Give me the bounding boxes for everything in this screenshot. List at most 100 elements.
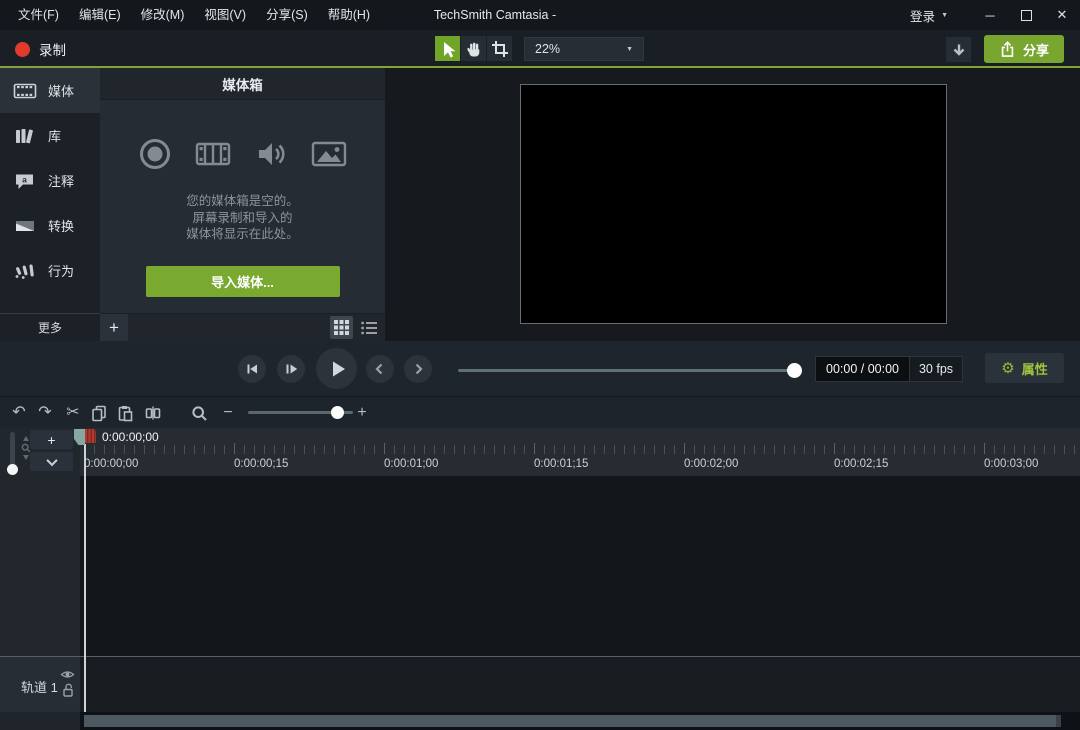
menu-share[interactable]: 分享(S) [256,0,318,30]
menu-view[interactable]: 视图(V) [194,0,256,30]
eye-icon [60,669,75,680]
menu-file[interactable]: 文件(F) [8,0,69,30]
play-icon [325,357,349,381]
seek-slider[interactable] [458,369,800,372]
paste-button[interactable] [112,400,138,426]
menu-edit[interactable]: 编辑(E) [69,0,131,30]
grid-view-button[interactable] [330,316,353,339]
timeline-empty-area[interactable] [80,476,1080,656]
playhead-out-handle[interactable] [85,429,96,443]
cursor-tool-button[interactable] [435,36,460,61]
callout-icon: a [13,171,37,191]
sidebar-item-label: 行为 [48,261,74,280]
ruler-tick [904,445,905,454]
playhead-line[interactable] [84,444,86,712]
login-button[interactable]: 登录 ▼ [898,6,960,25]
ruler-tick [194,445,195,454]
sidebar-item-library[interactable]: 库 [0,113,100,158]
next-clip-button[interactable] [404,355,432,383]
undo-button[interactable]: ↶ [6,400,32,426]
ruler-tick [954,445,955,454]
ruler-tick [634,445,635,454]
gear-icon: ⚙ [1001,361,1014,376]
sidebar: 媒体 库 a 注释 转换 行为 更多 [0,68,100,341]
timeline: + 0:00:00;00 0:00:00;15 0:00:01;00 0:00:… [0,428,1080,730]
ruler-tick [834,443,835,454]
playback-bar: 00:00 / 00:00 30 fps ⚙ 属性 [0,341,1080,396]
record-label: 录制 [39,39,66,59]
previous-clip-button[interactable] [366,355,394,383]
cut-button[interactable]: ✂ [60,400,86,426]
seek-slider-handle[interactable] [787,363,802,378]
canvas-zoom-dropdown[interactable]: 22% ▼ [524,37,644,61]
sidebar-item-transitions[interactable]: 转换 [0,203,100,248]
crop-icon [491,40,509,58]
track-height-slider-handle[interactable] [7,464,18,475]
ruler-tick [144,445,145,454]
add-media-button[interactable]: + [100,314,128,342]
track-lane[interactable] [80,657,1080,712]
canvas-area[interactable] [385,68,1080,341]
sidebar-item-media[interactable]: 媒体 [0,68,100,113]
crop-tool-button[interactable] [487,36,512,61]
pan-tool-button[interactable] [461,36,486,61]
horizontal-scrollbar[interactable] [84,715,1061,727]
ruler-tick [774,445,775,454]
media-bin-empty-state: 您的媒体箱是空的。 屏幕录制和导入的 媒体将显示在此处。 导入媒体... [100,100,385,313]
timeline-zoom-in-button[interactable]: + [352,400,372,426]
redo-button[interactable]: ↷ [32,400,58,426]
arrow-down-icon [951,42,967,58]
record-circle-icon [137,136,173,172]
canvas-tools [435,36,512,61]
menu-modify[interactable]: 修改(M) [131,0,195,30]
hand-icon [465,40,483,58]
close-button[interactable]: ✕ [1044,0,1080,30]
timeline-zoom-handle[interactable] [331,406,344,419]
share-label: 分享 [1023,40,1049,59]
ruler-tick [274,445,275,454]
timeline-zoom-button[interactable] [186,400,212,426]
ruler-tick [714,445,715,454]
step-backward-button[interactable] [238,355,266,383]
sidebar-item-label: 媒体 [48,81,74,100]
ruler-tick [214,445,215,454]
add-track-button[interactable]: + [30,430,73,449]
list-view-button[interactable] [357,316,380,339]
copy-button[interactable] [86,400,112,426]
share-button[interactable]: 分享 [984,35,1064,63]
chevron-down-icon [46,454,57,465]
properties-button[interactable]: ⚙ 属性 [985,353,1064,383]
ruler-tick [314,445,315,454]
timeline-ruler[interactable]: 0:00:00;00 0:00:00;15 0:00:01;00 0:00:01… [80,428,1080,476]
video-preview[interactable] [520,84,947,324]
ruler-label: 0:00:01;00 [384,458,438,470]
split-button[interactable] [140,400,166,426]
camtasia-window: 文件(F) 编辑(E) 修改(M) 视图(V) 分享(S) 帮助(H) Tech… [0,0,1080,730]
arrow-down-icon [23,455,29,460]
maximize-button[interactable] [1008,0,1044,30]
track-lock-toggle[interactable] [62,683,75,702]
step-forward-button[interactable] [277,355,305,383]
ruler-tick [894,445,895,454]
fps-display[interactable]: 30 fps [909,357,962,381]
sidebar-item-behaviors[interactable]: 行为 [0,248,100,293]
minimize-button[interactable]: ─ [972,0,1008,30]
chevron-right-icon [410,361,426,377]
ruler-tick [114,445,115,454]
time-display-group: 00:00 / 00:00 30 fps [815,356,963,382]
play-button[interactable] [316,348,357,389]
sidebar-item-annotations[interactable]: a 注释 [0,158,100,203]
timeline-zoom-out-button[interactable]: − [218,400,238,426]
download-button[interactable] [946,37,971,62]
collapse-tracks-button[interactable] [30,452,73,471]
menu-help[interactable]: 帮助(H) [318,0,380,30]
sidebar-more-button[interactable]: 更多 [0,313,100,341]
ruler-tick [914,445,915,454]
record-button[interactable]: 录制 [10,36,71,62]
import-media-button[interactable]: 导入媒体... [146,266,340,297]
menu-bar: 文件(F) 编辑(E) 修改(M) 视图(V) 分享(S) 帮助(H) Tech… [0,0,1080,30]
track-name: 轨道 1 [21,677,58,696]
ruler-tick [1064,445,1065,454]
ruler-tick [454,445,455,454]
ruler-tick [184,445,185,454]
